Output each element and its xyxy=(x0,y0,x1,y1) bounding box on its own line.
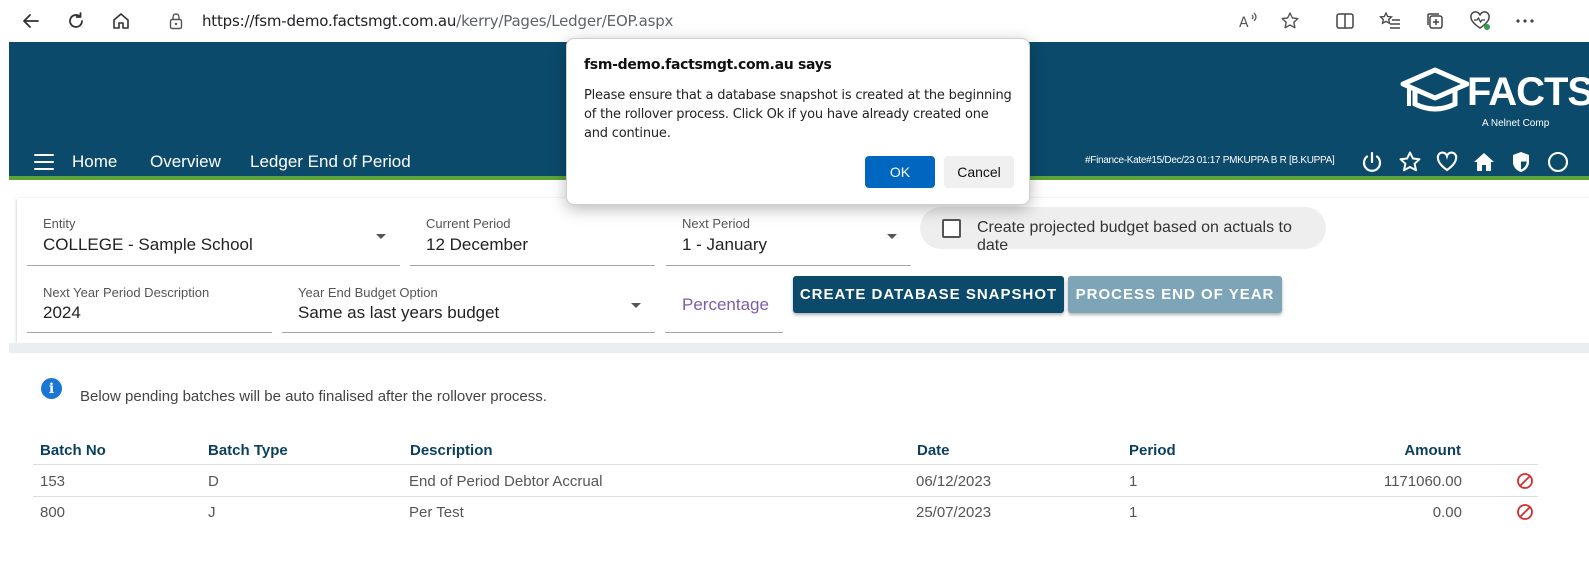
dialog-cancel-button[interactable]: Cancel xyxy=(944,156,1014,188)
create-database-snapshot-button[interactable]: CREATE DATABASE SNAPSHOT xyxy=(793,276,1064,313)
cell-batch-type: D xyxy=(208,473,219,490)
lock-icon xyxy=(168,12,184,35)
process-end-of-year-button[interactable]: PROCESS END OF YEAR xyxy=(1068,276,1282,313)
next-period-value: 1 - January xyxy=(682,235,768,254)
column-header-description: Description xyxy=(410,442,493,459)
more-options-icon[interactable] xyxy=(1513,9,1537,33)
remove-batch-icon[interactable] xyxy=(1516,472,1534,490)
next-period-label: Next Period xyxy=(682,216,750,231)
table-divider xyxy=(33,464,1538,465)
column-header-date: Date xyxy=(917,442,950,459)
dialog-title: fsm-demo.factsmgt.com.au says xyxy=(584,57,832,73)
cell-amount: 0.00 xyxy=(1432,504,1462,521)
entity-value: COLLEGE - Sample School xyxy=(43,235,253,254)
column-header-amount: Amount xyxy=(1404,442,1461,459)
facts-logo: FACTS A Nelnet Comp xyxy=(1399,66,1589,129)
projected-budget-option[interactable]: Create projected budget based on actuals… xyxy=(920,207,1326,254)
next-year-description-value: 2024 xyxy=(43,303,81,322)
cell-description: Per Test xyxy=(409,504,464,521)
next-year-description-field[interactable]: Next Year Period Description 2024 xyxy=(27,269,272,333)
confirm-dialog: fsm-demo.factsmgt.com.au says Please ens… xyxy=(566,38,1030,205)
cell-period: 1 xyxy=(1129,473,1138,490)
dialog-ok-button[interactable]: OK xyxy=(865,156,935,188)
logo-text: FACTS xyxy=(1467,70,1589,114)
next-period-select[interactable]: Next Period 1 - January xyxy=(666,200,911,266)
svg-text:A: A xyxy=(1239,15,1249,30)
cell-batch-no: 800 xyxy=(40,504,66,521)
heart-icon[interactable] xyxy=(1435,150,1459,174)
split-screen-icon[interactable] xyxy=(1333,9,1357,33)
browser-essentials-icon[interactable] xyxy=(1468,9,1492,33)
favorite-star-icon[interactable] xyxy=(1278,9,1302,33)
favorites-list-icon[interactable] xyxy=(1378,9,1402,33)
url-path: /kerry/Pages/Ledger/EOP.aspx xyxy=(456,12,674,30)
home-icon[interactable] xyxy=(108,8,134,34)
section-divider xyxy=(9,343,1589,353)
nav-overview[interactable]: Overview xyxy=(150,152,221,172)
next-year-description-label: Next Year Period Description xyxy=(43,285,210,300)
chevron-down-icon xyxy=(631,303,641,308)
refresh-icon[interactable] xyxy=(63,8,89,34)
percentage-input[interactable]: Percentage xyxy=(665,275,783,333)
graduation-cap-icon xyxy=(1400,67,1469,112)
current-period-value: 12 December xyxy=(426,235,529,254)
browser-toolbar: https://fsm-demo.factsmgt.com.au/kerry/P… xyxy=(0,0,1589,42)
cell-description: End of Period Debtor Accrual xyxy=(409,473,603,490)
nav-home[interactable]: Home xyxy=(72,152,117,172)
collections-icon[interactable] xyxy=(1423,9,1447,33)
table-divider xyxy=(33,496,1538,497)
cell-amount: 1171060.00 xyxy=(1383,473,1462,490)
current-period-field: Current Period 12 December xyxy=(410,200,655,266)
cell-batch-type: J xyxy=(208,504,216,521)
logo-tagline: A Nelnet Comp xyxy=(1482,118,1550,129)
back-arrow-icon[interactable] xyxy=(18,8,44,34)
percentage-placeholder: Percentage xyxy=(682,295,769,314)
remove-batch-icon[interactable] xyxy=(1516,503,1534,521)
projected-budget-checkbox[interactable] xyxy=(942,219,961,238)
star-icon[interactable] xyxy=(1398,150,1422,174)
year-end-budget-value: Same as last years budget xyxy=(298,303,500,322)
cell-period: 1 xyxy=(1129,504,1138,521)
cell-batch-no: 153 xyxy=(40,473,66,490)
dialog-message: Please ensure that a database snapshot i… xyxy=(584,88,1012,141)
column-header-batch-type: Batch Type xyxy=(208,442,288,459)
year-end-budget-label: Year End Budget Option xyxy=(298,285,438,300)
url-text: https://fsm-demo.factsmgt.com.au/kerry/P… xyxy=(202,12,673,30)
pending-batches-info: Below pending batches will be auto final… xyxy=(80,388,547,405)
cell-date: 06/12/2023 xyxy=(916,473,992,490)
projected-budget-label: Create projected budget based on actuals… xyxy=(977,219,1292,254)
column-header-period: Period xyxy=(1129,442,1176,459)
entity-select[interactable]: Entity COLLEGE - Sample School xyxy=(27,200,400,266)
hamburger-menu-icon[interactable] xyxy=(34,154,54,170)
url-host: https://fsm-demo.factsmgt.com.au xyxy=(202,12,457,30)
year-end-budget-select[interactable]: Year End Budget Option Same as last year… xyxy=(282,269,655,333)
page-root: https://fsm-demo.factsmgt.com.au/kerry/P… xyxy=(0,0,1589,580)
address-bar[interactable]: https://fsm-demo.factsmgt.com.au/kerry/P… xyxy=(152,6,1322,36)
shield-icon[interactable] xyxy=(1509,150,1533,174)
entity-label: Entity xyxy=(43,216,76,231)
home-nav-icon[interactable] xyxy=(1472,150,1496,174)
current-period-label: Current Period xyxy=(426,216,511,231)
power-icon[interactable] xyxy=(1360,150,1384,174)
chevron-down-icon xyxy=(376,234,386,239)
user-session-info: #Finance-Kate#15/Dec/23 01:17 PMKUPPA B … xyxy=(1085,155,1335,166)
cell-date: 25/07/2023 xyxy=(916,504,992,521)
info-icon: i xyxy=(41,378,62,399)
read-aloud-icon[interactable]: A xyxy=(1236,9,1260,33)
help-icon[interactable] xyxy=(1546,150,1570,174)
nav-ledger-end-of-period[interactable]: Ledger End of Period xyxy=(250,152,411,172)
chevron-down-icon xyxy=(887,234,897,239)
column-header-batch-no: Batch No xyxy=(40,442,106,459)
